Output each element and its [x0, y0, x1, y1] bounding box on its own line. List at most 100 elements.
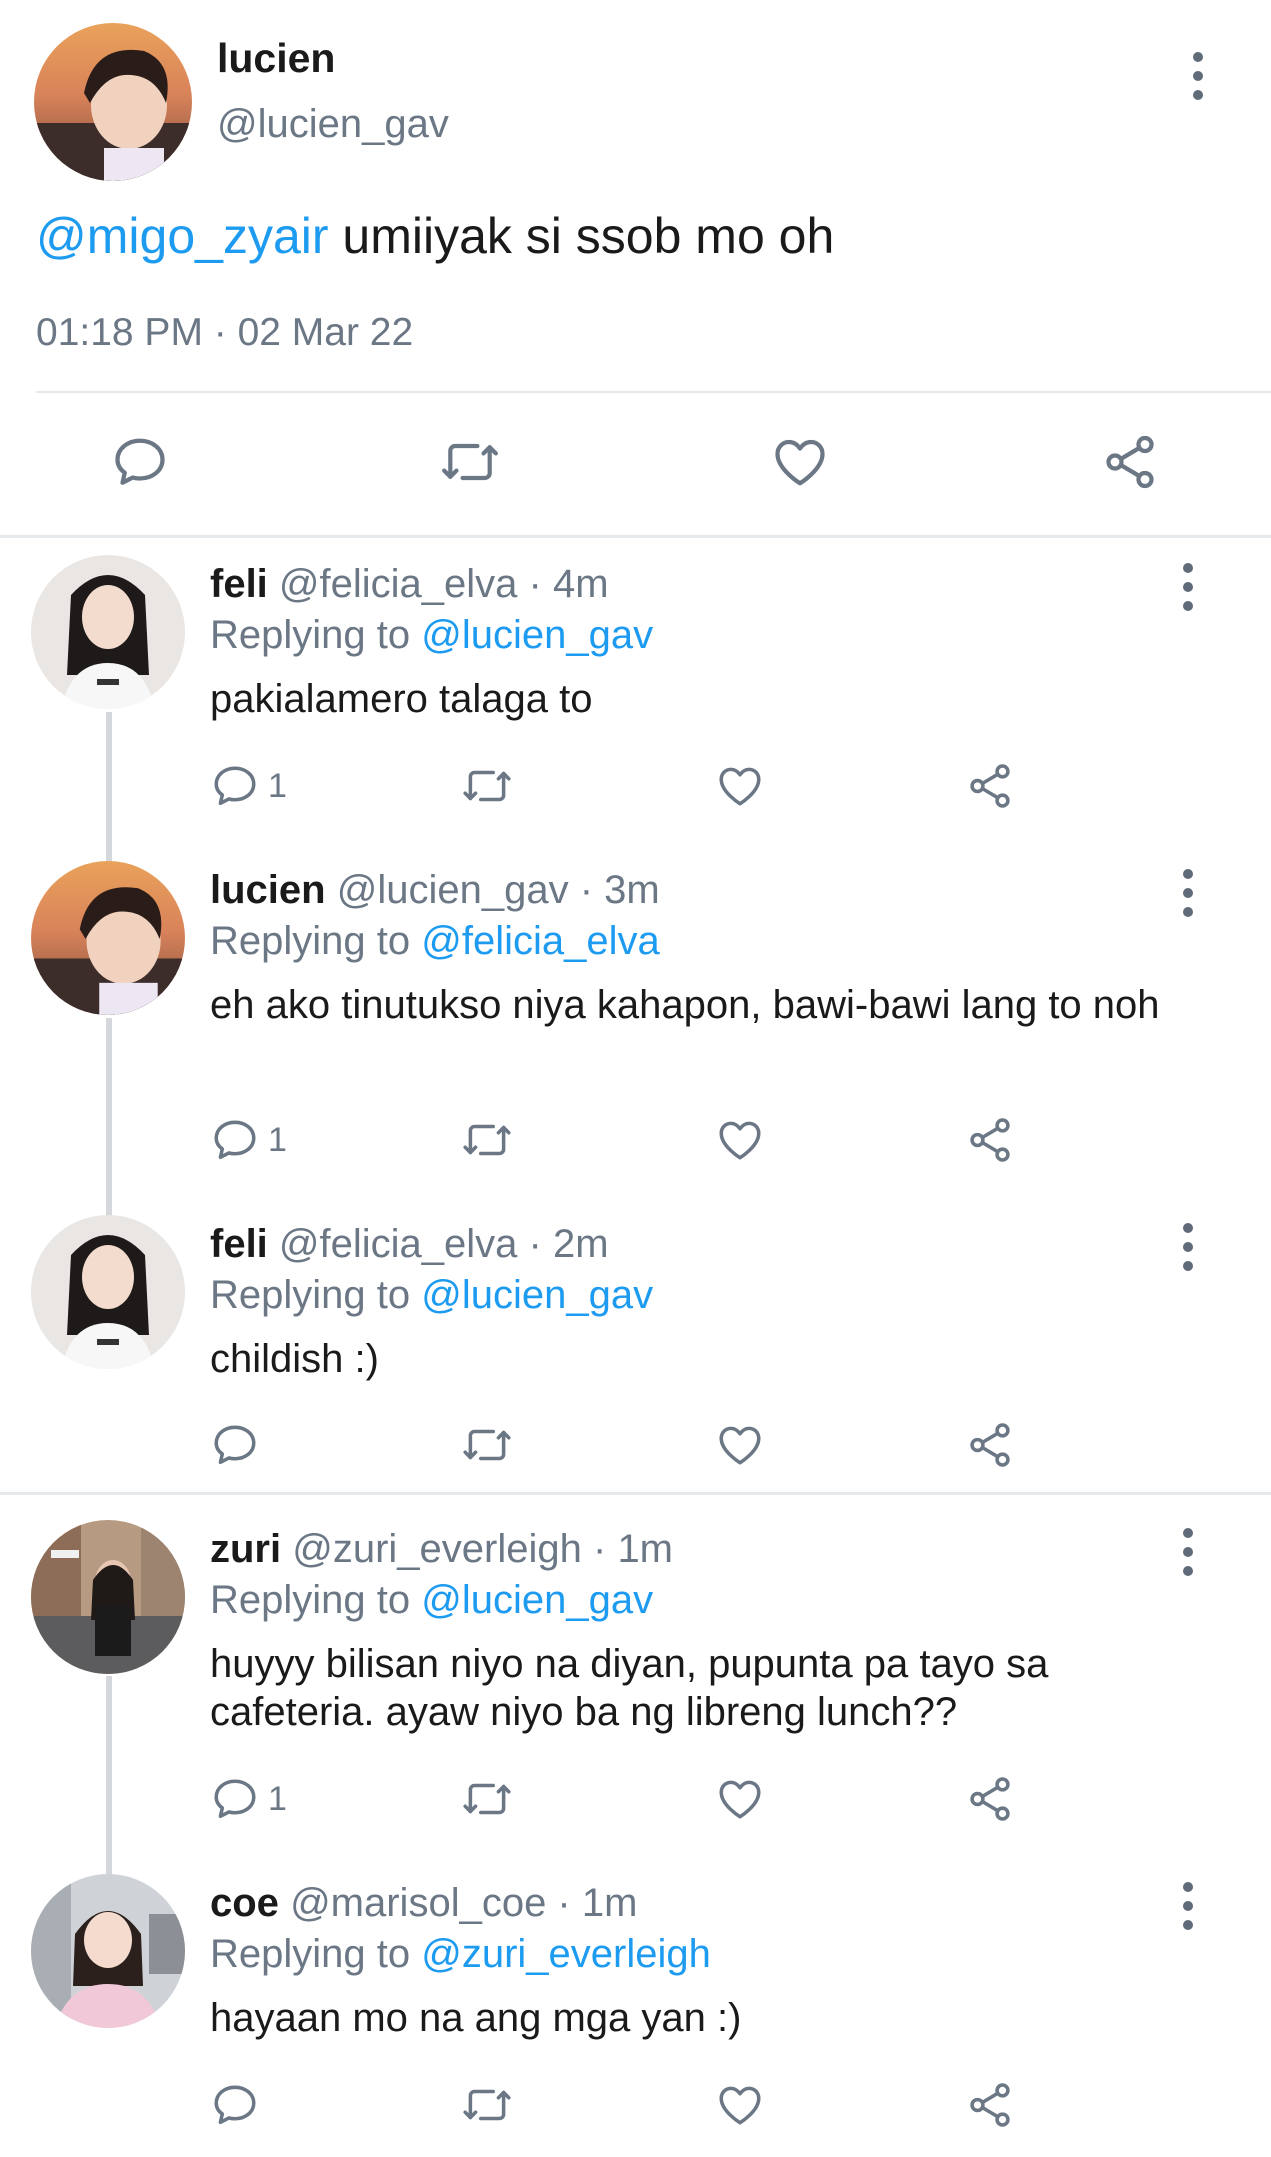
- replying-to-label: Replying to: [210, 1932, 422, 1976]
- reply-button[interactable]: 1: [210, 761, 287, 811]
- share-button[interactable]: [965, 1774, 1015, 1824]
- retweet-button[interactable]: [460, 761, 514, 811]
- share-icon: [970, 2083, 1010, 2127]
- reply-age: · 2m: [517, 1222, 609, 1266]
- reply-actions: 1: [210, 761, 1030, 821]
- author-name[interactable]: feli: [210, 562, 268, 606]
- replying-to-label: Replying to: [210, 1273, 422, 1317]
- reply-tweet[interactable]: feli @felicia_elva · 2m Replying to @luc…: [0, 1215, 1271, 1480]
- tweet-body: umiiyak si ssob mo oh: [328, 208, 835, 264]
- replying-to-link[interactable]: @lucien_gav: [421, 1273, 653, 1317]
- like-icon: [775, 439, 825, 486]
- author-handle[interactable]: @lucien_gav: [337, 868, 569, 912]
- author-name[interactable]: coe: [210, 1881, 279, 1925]
- retweet-icon: [463, 1124, 511, 1156]
- author-name[interactable]: feli: [210, 1222, 268, 1266]
- share-button[interactable]: [965, 1420, 1015, 1470]
- reply-button[interactable]: [210, 2080, 268, 2130]
- retweet-button[interactable]: [438, 432, 498, 492]
- reply-count: 1: [268, 1779, 287, 1818]
- retweet-button[interactable]: [460, 1774, 514, 1824]
- reply-text: hayaan mo na ang mga yan :): [210, 1996, 742, 2040]
- share-button[interactable]: [965, 2080, 1015, 2130]
- author-handle[interactable]: @lucien_gav: [217, 102, 449, 147]
- avatar[interactable]: [31, 1215, 185, 1369]
- reply-actions: [210, 1420, 1030, 1480]
- reply-actions: 1: [210, 1115, 1030, 1175]
- tweet-text: @migo_zyair umiiyak si ssob mo oh: [36, 207, 834, 265]
- more-options-icon[interactable]: [1180, 869, 1196, 917]
- replying-to-link[interactable]: @felicia_elva: [421, 919, 660, 963]
- retweet-icon: [463, 1783, 511, 1815]
- reply-text: huyyy bilisan niyo na diyan, pupunta pa …: [210, 1642, 1049, 1734]
- retweet-icon: [463, 770, 511, 802]
- like-button[interactable]: [715, 1420, 765, 1470]
- reply-icon: [214, 1120, 256, 1160]
- retweet-button[interactable]: [460, 1115, 514, 1165]
- author-handle[interactable]: @marisol_coe: [290, 1881, 546, 1925]
- reply-actions: [210, 2080, 1030, 2140]
- avatar[interactable]: [31, 1520, 185, 1674]
- reply-icon: [214, 1779, 256, 1819]
- retweet-icon: [442, 443, 498, 481]
- retweet-icon: [463, 1429, 511, 1461]
- reply-count: 1: [268, 766, 287, 805]
- like-icon: [719, 1426, 761, 1465]
- retweet-icon: [463, 2089, 511, 2121]
- more-options-icon[interactable]: [1180, 1882, 1196, 1930]
- replying-to-label: Replying to: [210, 1578, 422, 1622]
- like-button[interactable]: [715, 761, 765, 811]
- like-button[interactable]: [715, 1115, 765, 1165]
- share-icon: [970, 1777, 1010, 1821]
- share-button[interactable]: [965, 761, 1015, 811]
- avatar[interactable]: [31, 555, 185, 709]
- replying-to-link[interactable]: @lucien_gav: [421, 1578, 653, 1622]
- share-icon: [970, 1118, 1010, 1162]
- share-button[interactable]: [965, 1115, 1015, 1165]
- avatar[interactable]: [31, 861, 185, 1015]
- reply-button[interactable]: [110, 432, 170, 492]
- more-options-icon[interactable]: [1190, 52, 1206, 100]
- more-options-icon[interactable]: [1180, 1223, 1196, 1271]
- reply-text: childish :): [210, 1337, 379, 1381]
- retweet-button[interactable]: [460, 1420, 514, 1470]
- like-icon: [719, 1780, 761, 1819]
- reply-text: pakialamero talaga to: [210, 677, 593, 721]
- share-button[interactable]: [1100, 432, 1160, 492]
- reply-age: · 4m: [517, 562, 609, 606]
- author-handle[interactable]: @felicia_elva: [279, 562, 518, 606]
- reply-button[interactable]: 1: [210, 1115, 287, 1165]
- like-icon: [719, 2086, 761, 2125]
- author-name[interactable]: zuri: [210, 1527, 281, 1571]
- reply-button[interactable]: [210, 1420, 268, 1470]
- like-button[interactable]: [715, 1774, 765, 1824]
- like-button[interactable]: [715, 2080, 765, 2130]
- more-options-icon[interactable]: [1180, 1528, 1196, 1576]
- mention-link[interactable]: @migo_zyair: [36, 208, 329, 264]
- author-name[interactable]: lucien: [217, 35, 335, 82]
- reply-icon: [214, 766, 256, 806]
- reply-tweet[interactable]: coe @marisol_coe · 1m Replying to @zuri_…: [0, 1874, 1271, 2157]
- reply-button[interactable]: 1: [210, 1774, 287, 1824]
- reply-tweet[interactable]: feli @felicia_elva · 4m Replying to @luc…: [0, 555, 1271, 845]
- like-button[interactable]: [770, 432, 830, 492]
- author-handle[interactable]: @zuri_everleigh: [292, 1527, 582, 1571]
- main-tweet: lucien @lucien_gav @migo_zyair umiiyak s…: [0, 0, 1271, 535]
- share-icon: [970, 1423, 1010, 1467]
- author-handle[interactable]: @felicia_elva: [279, 1222, 518, 1266]
- reply-tweet[interactable]: zuri @zuri_everleigh · 1m Replying to @l…: [0, 1520, 1271, 1840]
- retweet-button[interactable]: [460, 2080, 514, 2130]
- reply-icon: [214, 1425, 256, 1465]
- reply-actions: 1: [210, 1774, 1030, 1834]
- author-name[interactable]: lucien: [210, 868, 326, 912]
- share-icon: [970, 764, 1010, 808]
- avatar[interactable]: [34, 23, 192, 181]
- reply-tweet[interactable]: lucien @lucien_gav · 3m Replying to @fel…: [0, 861, 1271, 1181]
- replying-to-link[interactable]: @zuri_everleigh: [421, 1932, 711, 1976]
- avatar[interactable]: [31, 1874, 185, 2028]
- replying-to-link[interactable]: @lucien_gav: [421, 613, 653, 657]
- reply-age: · 3m: [568, 868, 660, 912]
- more-options-icon[interactable]: [1180, 563, 1196, 611]
- tweet-timestamp: 01:18 PM · 02 Mar 22: [36, 311, 414, 354]
- like-icon: [719, 1121, 761, 1160]
